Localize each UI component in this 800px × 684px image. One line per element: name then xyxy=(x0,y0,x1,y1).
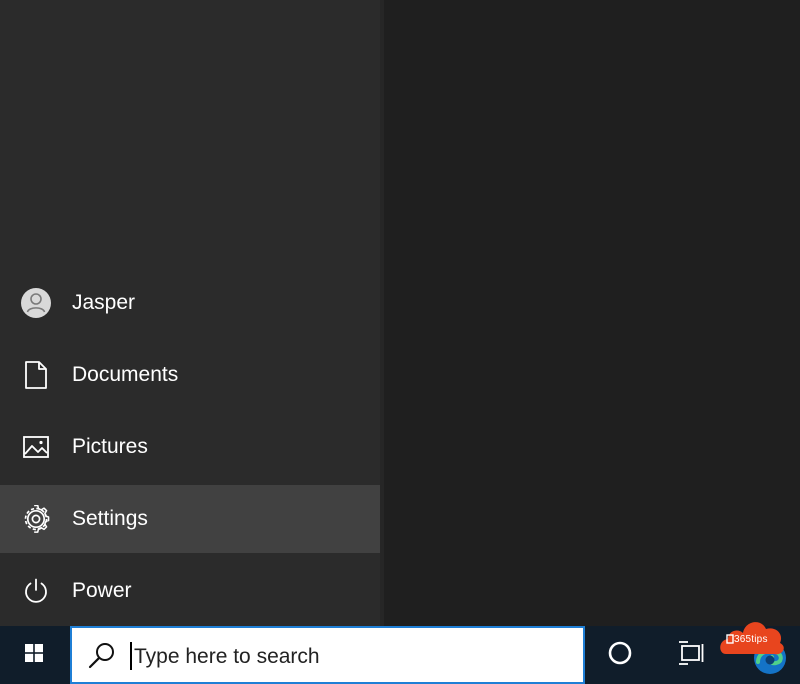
cortana-button[interactable] xyxy=(604,639,636,671)
start-button[interactable] xyxy=(0,626,68,684)
taskbar-search-box[interactable]: Type here to search xyxy=(70,626,585,684)
user-avatar-icon xyxy=(20,287,52,319)
task-view-button[interactable] xyxy=(676,639,708,671)
365tips-watermark: 365tips xyxy=(718,612,786,658)
tiles-pane xyxy=(384,0,800,626)
document-icon xyxy=(20,359,52,391)
nav-item-power[interactable]: Power xyxy=(0,557,380,625)
task-view-icon xyxy=(678,640,706,671)
nav-item-label: Documents xyxy=(72,363,179,386)
nav-item-settings[interactable]: Settings xyxy=(0,485,380,553)
nav-item-user[interactable]: Jasper xyxy=(0,269,380,337)
nav-item-label: Settings xyxy=(72,507,148,530)
nav-item-pictures[interactable]: Pictures xyxy=(0,413,380,481)
taskbar: Type here to search xyxy=(0,626,800,684)
nav-item-label: Pictures xyxy=(72,435,148,458)
cortana-circle-icon xyxy=(607,640,633,671)
power-icon xyxy=(20,575,52,607)
start-menu: Jasper Documents Pictures Settings Power xyxy=(0,0,380,626)
gear-icon xyxy=(20,503,52,535)
watermark-text: 365tips xyxy=(734,634,768,645)
picture-icon xyxy=(20,431,52,463)
nav-item-label: Jasper xyxy=(72,291,136,314)
windows-logo-icon xyxy=(25,643,43,667)
search-placeholder[interactable]: Type here to search xyxy=(134,645,320,669)
nav-item-documents[interactable]: Documents xyxy=(0,341,380,409)
nav-item-label: Power xyxy=(72,579,132,602)
edge-browser-icon xyxy=(752,642,788,680)
text-caret xyxy=(130,642,132,670)
search-icon xyxy=(86,640,118,672)
